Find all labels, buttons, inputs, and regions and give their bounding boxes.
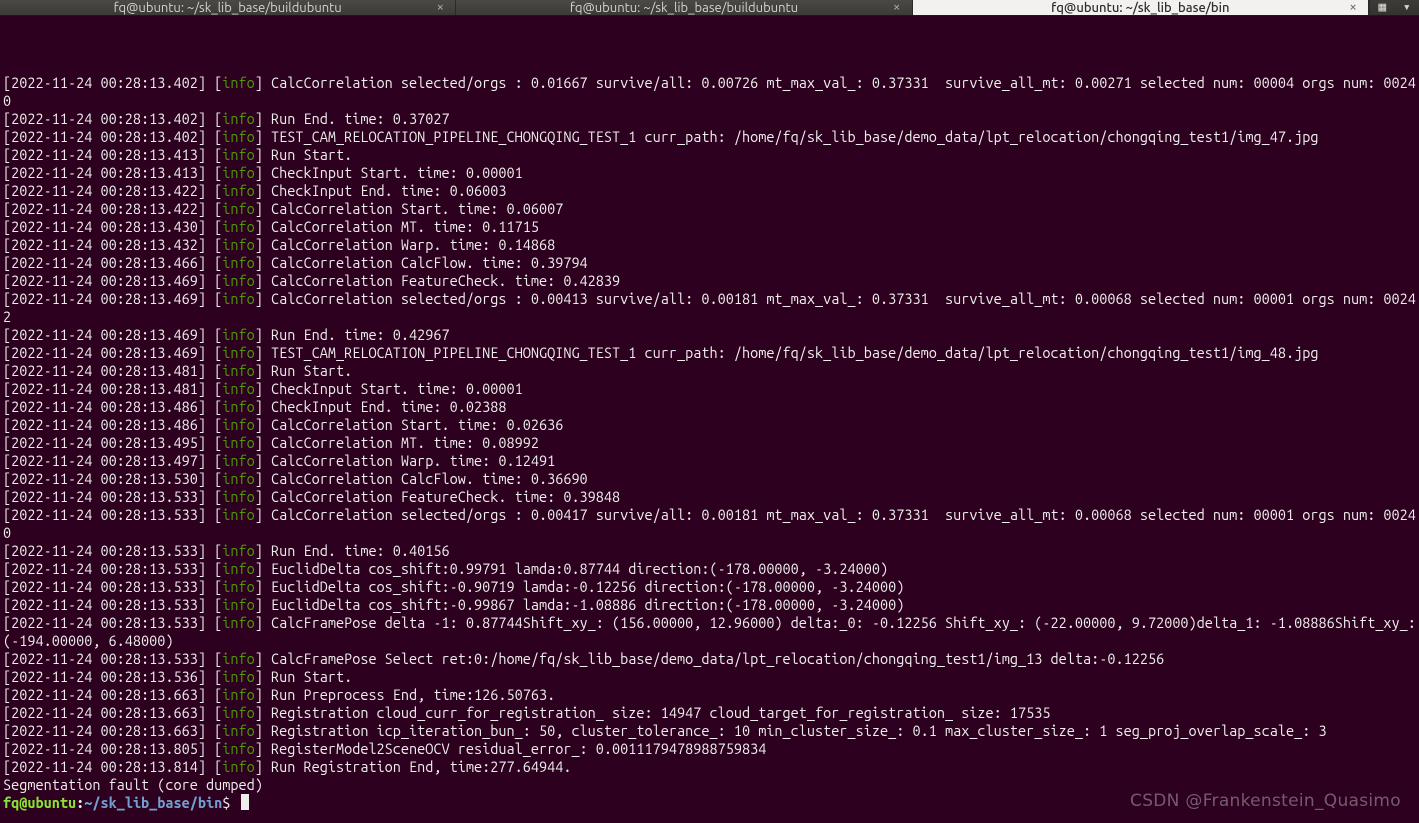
log-line: [2022-11-24 00:28:13.413] [info] CheckIn… [3, 164, 1416, 182]
terminal-tab-2[interactable]: fq@ubuntu: ~/sk_lib_base/buildubuntu × [456, 0, 912, 15]
log-line: [2022-11-24 00:28:13.805] [info] Registe… [3, 740, 1416, 758]
log-line: [2022-11-24 00:28:13.497] [info] CalcCor… [3, 452, 1416, 470]
log-line: [2022-11-24 00:28:13.495] [info] CalcCor… [3, 434, 1416, 452]
log-line: [2022-11-24 00:28:13.432] [info] CalcCor… [3, 236, 1416, 254]
log-line: [2022-11-24 00:28:13.486] [info] CalcCor… [3, 416, 1416, 434]
log-line: [2022-11-24 00:28:13.469] [info] CalcCor… [3, 272, 1416, 290]
tab-bar: fq@ubuntu: ~/sk_lib_base/buildubuntu × f… [0, 0, 1419, 16]
log-line: [2022-11-24 00:28:13.469] [info] Run End… [3, 326, 1416, 344]
log-line: [2022-11-24 00:28:13.469] [info] CalcCor… [3, 290, 1416, 326]
log-line: [2022-11-24 00:28:13.413] [info] Run Sta… [3, 146, 1416, 164]
log-line: [2022-11-24 00:28:13.533] [info] CalcCor… [3, 506, 1416, 542]
log-line: [2022-11-24 00:28:13.481] [info] CheckIn… [3, 380, 1416, 398]
log-line: [2022-11-24 00:28:13.533] [info] CalcFra… [3, 614, 1416, 650]
log-line: [2022-11-24 00:28:13.466] [info] CalcCor… [3, 254, 1416, 272]
close-icon[interactable]: × [1346, 1, 1360, 15]
log-line: [2022-11-24 00:28:13.814] [info] Run Reg… [3, 758, 1416, 776]
log-line: [2022-11-24 00:28:13.533] [info] Run End… [3, 542, 1416, 560]
tab-tail: ▦ ▾ [1369, 0, 1419, 15]
terminal-tab-3[interactable]: fq@ubuntu: ~/sk_lib_base/bin × [913, 0, 1369, 15]
log-line: [2022-11-24 00:28:13.533] [info] EuclidD… [3, 560, 1416, 578]
log-line: [2022-11-24 00:28:13.402] [info] TEST_CA… [3, 128, 1416, 146]
log-line: [2022-11-24 00:28:13.422] [info] CalcCor… [3, 200, 1416, 218]
tab-title: fq@ubuntu: ~/sk_lib_base/buildubuntu [114, 1, 342, 15]
log-line: [2022-11-24 00:28:13.663] [info] Registr… [3, 704, 1416, 722]
prompt-line[interactable]: fq@ubuntu:~/sk_lib_base/bin$ [3, 794, 1416, 812]
prompt-user: fq@ubuntu [3, 794, 76, 811]
tab-title: fq@ubuntu: ~/sk_lib_base/buildubuntu [570, 1, 798, 15]
log-line: [2022-11-24 00:28:13.422] [info] CheckIn… [3, 182, 1416, 200]
log-line: [2022-11-24 00:28:13.481] [info] Run Sta… [3, 362, 1416, 380]
plain-line: Segmentation fault (core dumped) [3, 776, 1416, 794]
tab-menu-icon[interactable]: ▾ [1403, 0, 1411, 15]
log-line: [2022-11-24 00:28:13.430] [info] CalcCor… [3, 218, 1416, 236]
log-line: [2022-11-24 00:28:13.402] [info] CalcCor… [3, 74, 1416, 110]
prompt-path: ~/sk_lib_base/bin [84, 794, 222, 811]
terminal-tab-1[interactable]: fq@ubuntu: ~/sk_lib_base/buildubuntu × [0, 0, 456, 15]
log-line: [2022-11-24 00:28:13.536] [info] Run Sta… [3, 668, 1416, 686]
close-icon[interactable]: × [890, 1, 904, 15]
terminal-output[interactable]: [2022-11-24 00:28:13.402] [info] CalcCor… [0, 16, 1419, 823]
log-line: [2022-11-24 00:28:13.663] [info] Registr… [3, 722, 1416, 740]
new-tab-icon[interactable]: ▦ [1378, 0, 1386, 15]
log-line: [2022-11-24 00:28:13.663] [info] Run Pre… [3, 686, 1416, 704]
log-line: [2022-11-24 00:28:13.533] [info] EuclidD… [3, 578, 1416, 596]
log-line: [2022-11-24 00:28:13.402] [info] Run End… [3, 110, 1416, 128]
log-line: [2022-11-24 00:28:13.533] [info] CalcCor… [3, 488, 1416, 506]
log-line: [2022-11-24 00:28:13.533] [info] CalcFra… [3, 650, 1416, 668]
log-line: [2022-11-24 00:28:13.486] [info] CheckIn… [3, 398, 1416, 416]
tab-title: fq@ubuntu: ~/sk_lib_base/bin [1051, 1, 1229, 15]
log-line: [2022-11-24 00:28:13.533] [info] EuclidD… [3, 596, 1416, 614]
log-line: [2022-11-24 00:28:13.469] [info] TEST_CA… [3, 344, 1416, 362]
cursor [241, 794, 249, 810]
close-icon[interactable]: × [433, 1, 447, 15]
log-line: [2022-11-24 00:28:13.530] [info] CalcCor… [3, 470, 1416, 488]
